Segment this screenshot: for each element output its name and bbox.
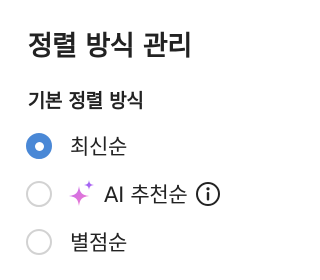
sort-settings-panel: 정렬 방식 관리 기본 정렬 방식 최신순 AI 추천순 별점순 xyxy=(0,0,282,280)
radio-latest[interactable] xyxy=(26,133,52,159)
radio-dot xyxy=(34,141,44,151)
sparkle-icon xyxy=(69,180,94,206)
radio-ai-recommended[interactable] xyxy=(26,181,52,207)
sort-option-ai-recommended[interactable]: AI 추천순 xyxy=(26,178,221,210)
radio-rating[interactable] xyxy=(26,229,52,255)
sort-option-latest[interactable]: 최신순 xyxy=(26,130,127,162)
sort-option-label: 최신순 xyxy=(70,135,128,159)
page-title: 정렬 방식 관리 xyxy=(28,31,192,62)
sort-option-rating[interactable]: 별점순 xyxy=(26,226,127,258)
info-icon[interactable] xyxy=(195,181,221,207)
section-title: 기본 정렬 방식 xyxy=(28,90,144,112)
sort-option-label: 별점순 xyxy=(70,231,128,255)
sort-option-label: AI 추천순 xyxy=(104,183,188,207)
